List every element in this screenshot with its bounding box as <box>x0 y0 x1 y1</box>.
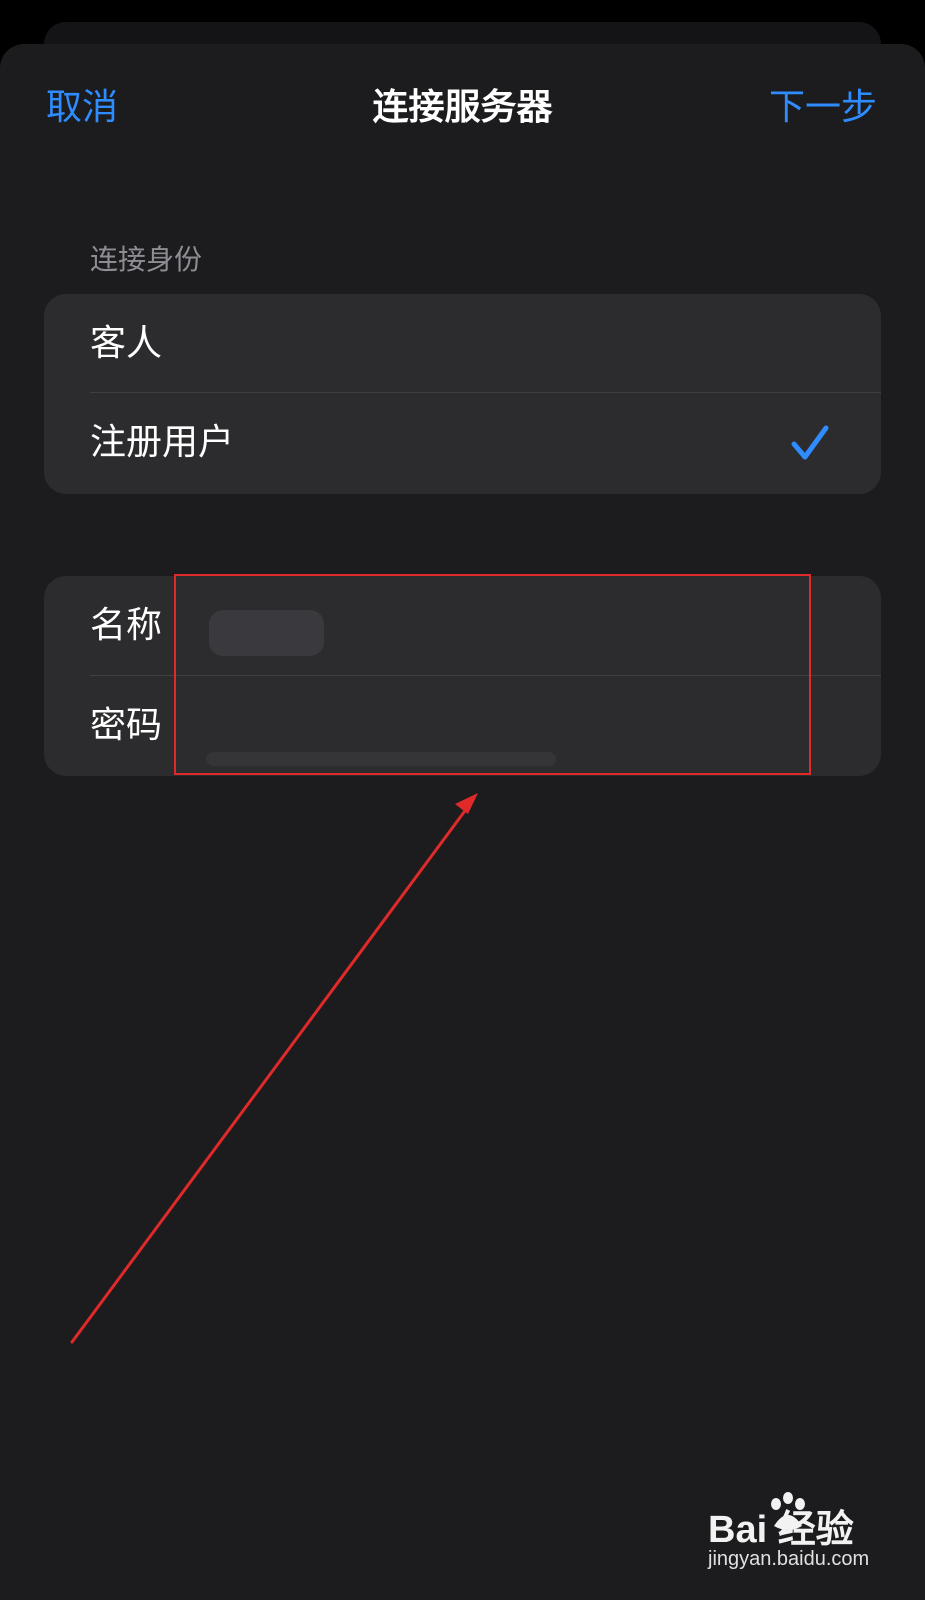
credentials-group: 名称 密码 <box>44 576 881 776</box>
baidu-jingyan-watermark: Bai 经验 jingyan.baidu.com <box>708 1492 888 1580</box>
checkmark-icon <box>791 425 829 460</box>
section-header-identity: 连接身份 <box>90 243 203 276</box>
next-button[interactable]: 下一步 <box>769 83 877 133</box>
redacted-name-blur <box>209 610 324 656</box>
paw-logo-icon <box>771 1492 805 1530</box>
name-label: 名称 <box>90 605 163 646</box>
identity-options-group: 客人 注册用户 <box>44 294 881 494</box>
password-label: 密码 <box>90 705 163 746</box>
watermark-url: jingyan.baidu.com <box>708 1548 870 1570</box>
name-row: 名称 <box>44 576 881 676</box>
password-row: 密码 <box>44 676 881 776</box>
option-registered-user[interactable]: 注册用户 <box>44 393 881 493</box>
redacted-password-blur <box>206 752 556 766</box>
option-guest[interactable]: 客人 <box>44 294 881 394</box>
option-label: 注册用户 <box>90 422 235 463</box>
password-input[interactable] <box>204 698 768 756</box>
option-label: 客人 <box>90 323 163 364</box>
